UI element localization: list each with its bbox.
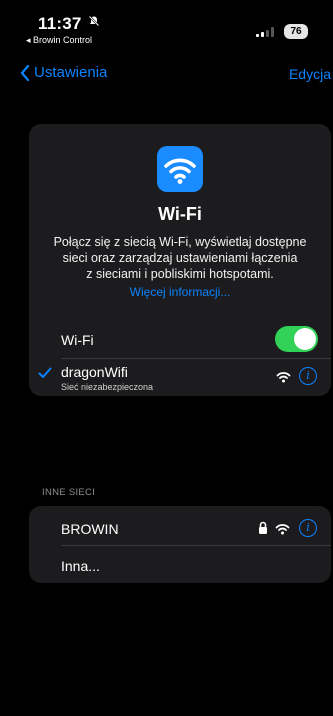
description-line: sieci oraz zarządzaj ustawieniami łączen… [62,251,298,265]
battery-indicator: 76 [284,24,308,39]
wifi-toggle[interactable] [275,326,318,352]
wifi-toggle-label: Wi-Fi [61,332,94,348]
row-divider [61,545,331,546]
back-button-label: Ustawienia [34,64,108,81]
back-to-app-link[interactable]: ◂ Browin Control [26,35,92,46]
description-line: z sieciami i pobliskimi hotspotami. [86,267,274,281]
row-divider [61,358,331,359]
description-line: Połącz się z siecią Wi-Fi, wyświetlaj do… [53,235,307,249]
other-network-button[interactable]: Inna... [61,558,100,574]
info-icon[interactable]: i [299,519,317,537]
wifi-signal-icon [276,370,291,388]
toggle-knob [294,328,316,350]
edit-button[interactable]: Edycja [289,66,331,82]
connected-network-subtitle: Sieć niezabezpieczona [61,382,154,392]
checkmark-icon [38,366,52,385]
cellular-signal-icon [256,27,278,37]
other-networks-header: INNE SIECI [42,487,96,498]
connected-network-name[interactable]: dragonWifi [61,364,128,380]
silent-bell-icon [88,15,100,30]
wifi-signal-icon [275,522,290,540]
chevron-left-icon [20,64,30,81]
back-button[interactable]: Ustawienia [20,64,107,81]
status-time: 11:37 [38,14,82,33]
more-info-link[interactable]: Więcej informacji... [29,285,331,299]
lock-icon [258,521,268,535]
wifi-card-description: Połącz się z siecią Wi-Fi, wyświetlaj do… [29,234,331,282]
wifi-app-icon [157,146,203,192]
info-icon[interactable]: i [299,367,317,385]
network-name[interactable]: BROWIN [61,521,119,537]
wifi-card-title: Wi-Fi [158,204,202,224]
